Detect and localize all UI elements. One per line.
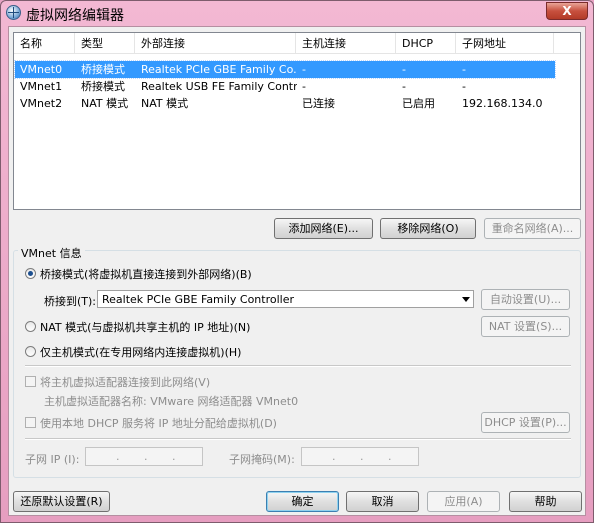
- bridged-to-value: Realtek PCIe GBE Family Controller: [102, 293, 295, 306]
- bridged-to-select[interactable]: Realtek PCIe GBE Family Controller: [97, 290, 474, 308]
- chevron-down-icon: [462, 297, 470, 302]
- table-row[interactable]: VMnet2 NAT 模式 NAT 模式 已连接 已启用 192.168.134…: [15, 95, 555, 112]
- separator: [25, 438, 571, 440]
- column-header-type[interactable]: 类型: [75, 33, 135, 54]
- add-network-button[interactable]: 添加网络(E)...: [274, 218, 373, 239]
- connect-host-adapter-label[interactable]: 将主机虚拟适配器连接到此网络(V): [40, 374, 210, 390]
- cell-external: Realtek PCIe GBE Family Co...: [141, 63, 297, 76]
- subnet-mask-field[interactable]: . . .: [301, 447, 419, 466]
- cell-host: -: [302, 63, 306, 76]
- cell-external: NAT 模式: [141, 97, 189, 110]
- bridged-mode-label[interactable]: 桥接模式(将虚拟机直接连接到外部网络)(B): [40, 266, 252, 282]
- cell-dhcp: 已启用: [402, 97, 435, 110]
- cell-subnet: 192.168.134.0: [462, 97, 543, 110]
- cell-type: 桥接模式: [81, 80, 125, 93]
- column-header-dhcp[interactable]: DHCP: [396, 33, 456, 54]
- subnet-ip-field[interactable]: . . .: [85, 447, 203, 466]
- cell-name: VMnet2: [20, 97, 63, 110]
- network-list[interactable]: 名称 类型 外部连接 主机连接 DHCP 子网地址 VMnet0 桥接模式 Re…: [13, 32, 581, 210]
- mask-dot: .: [388, 450, 392, 463]
- table-row[interactable]: VMnet1 桥接模式 Realtek USB FE Family Contr.…: [15, 78, 555, 95]
- column-header-name[interactable]: 名称: [14, 33, 75, 54]
- cell-name: VMnet0: [20, 63, 63, 76]
- cell-name: VMnet1: [20, 80, 63, 93]
- ip-dot: .: [144, 450, 148, 463]
- use-local-dhcp-label[interactable]: 使用本地 DHCP 服务将 IP 地址分配给虚拟机(D): [40, 415, 277, 431]
- nat-settings-button[interactable]: NAT 设置(S)...: [481, 316, 570, 337]
- rename-network-button[interactable]: 重命名网络(A)...: [484, 218, 581, 239]
- cell-dhcp: -: [402, 80, 406, 93]
- remove-network-button[interactable]: 移除网络(O): [380, 218, 476, 239]
- ok-button[interactable]: 确定: [266, 491, 339, 512]
- network-globe-icon: [6, 5, 21, 20]
- cell-dhcp: -: [402, 63, 406, 76]
- table-row[interactable]: VMnet0 桥接模式 Realtek PCIe GBE Family Co..…: [14, 60, 556, 79]
- title-bar[interactable]: 虚拟网络编辑器 X: [1, 1, 593, 25]
- column-header-external[interactable]: 外部连接: [135, 33, 296, 54]
- column-header-subnet[interactable]: 子网地址: [456, 33, 554, 54]
- restore-defaults-button[interactable]: 还原默认设置(R): [13, 491, 110, 512]
- nat-mode-radio[interactable]: [25, 321, 36, 332]
- ip-dot: .: [172, 450, 176, 463]
- cell-subnet: -: [462, 80, 466, 93]
- mask-dot: .: [332, 450, 336, 463]
- column-header-host[interactable]: 主机连接: [296, 33, 396, 54]
- connect-host-adapter-checkbox[interactable]: [25, 376, 36, 387]
- virtual-network-editor-window: 虚拟网络编辑器 X 名称 类型 外部连接 主机连接 DHCP 子网地址 VMne…: [0, 0, 594, 523]
- cancel-button[interactable]: 取消: [346, 491, 419, 512]
- separator: [25, 365, 571, 367]
- ip-dot: .: [116, 450, 120, 463]
- vmnet-info-group: [13, 250, 581, 478]
- cell-type: NAT 模式: [81, 97, 129, 110]
- cell-host: 已连接: [302, 97, 335, 110]
- cell-host: -: [302, 80, 306, 93]
- list-header: 名称 类型 外部连接 主机连接 DHCP 子网地址: [14, 33, 580, 54]
- cell-external: Realtek USB FE Family Contr...: [141, 80, 297, 93]
- close-button[interactable]: X: [546, 2, 588, 20]
- window-title: 虚拟网络编辑器: [26, 8, 124, 24]
- cell-type: 桥接模式: [81, 63, 125, 76]
- host-only-mode-label[interactable]: 仅主机模式(在专用网络内连接虚拟机)(H): [40, 344, 241, 360]
- cell-subnet: -: [462, 63, 466, 76]
- nat-mode-label[interactable]: NAT 模式(与虚拟机共享主机的 IP 地址)(N): [40, 319, 250, 335]
- host-adapter-name: 主机虚拟适配器名称: VMware 网络适配器 VMnet0: [44, 395, 299, 408]
- mask-dot: .: [360, 450, 364, 463]
- bridged-mode-radio[interactable]: [25, 268, 36, 279]
- help-button[interactable]: 帮助: [509, 491, 582, 512]
- auto-settings-button[interactable]: 自动设置(U)...: [481, 289, 570, 310]
- subnet-ip-label: 子网 IP (I):: [25, 453, 80, 466]
- vmnet-info-title: VMnet 信息: [18, 245, 85, 261]
- dialog-body: 名称 类型 外部连接 主机连接 DHCP 子网地址 VMnet0 桥接模式 Re…: [8, 26, 586, 516]
- subnet-mask-label: 子网掩码(M):: [229, 453, 295, 466]
- bridged-to-label: 桥接到(T):: [44, 295, 97, 308]
- apply-button[interactable]: 应用(A): [427, 491, 500, 512]
- dhcp-settings-button[interactable]: DHCP 设置(P)...: [481, 412, 570, 433]
- use-local-dhcp-checkbox[interactable]: [25, 417, 36, 428]
- host-only-mode-radio[interactable]: [25, 346, 36, 357]
